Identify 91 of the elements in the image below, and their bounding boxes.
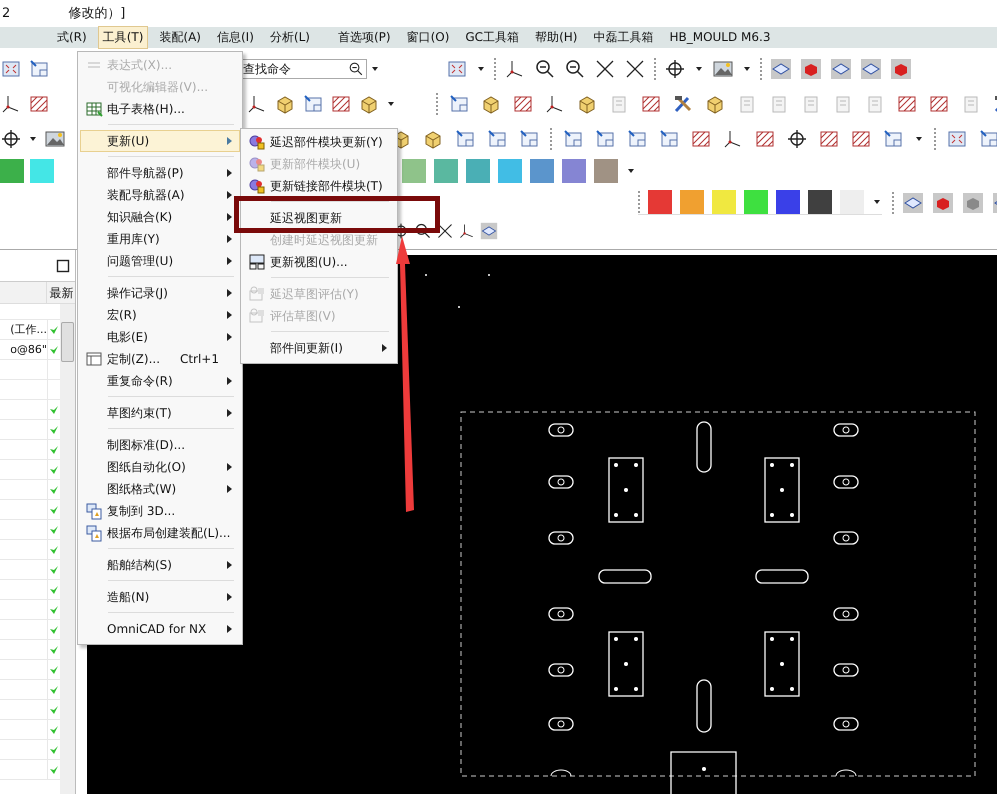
menu-item[interactable]: 重复命令(R) [80, 370, 240, 392]
color-swatch[interactable] [594, 158, 618, 183]
menu-item[interactable]: 更新链接部件模块(T) [243, 175, 395, 197]
color-swatch[interactable] [680, 190, 704, 214]
window-title: 2 [2, 6, 10, 21]
menu-bar-item[interactable]: 式(R) [52, 26, 92, 49]
point-mark [488, 274, 490, 276]
magnifier-icon[interactable] [564, 58, 586, 80]
view-icon [248, 253, 266, 271]
menu-bar-item[interactable]: 工具(T) [98, 26, 148, 49]
menu-item[interactable]: 定制(Z)... Ctrl+1 [80, 348, 240, 370]
menu-item[interactable]: 知识融合(K) [80, 206, 240, 228]
menu-bar-item[interactable]: 帮助(H) [530, 26, 582, 49]
crosshair-icon[interactable] [0, 128, 22, 150]
color-swatch[interactable] [648, 190, 672, 214]
menu-item[interactable]: 宏(R) [80, 304, 240, 326]
color-swatch[interactable] [776, 190, 800, 214]
menu-item[interactable]: 更新(U) [80, 130, 240, 152]
menu-item[interactable]: 问题管理(U) [80, 250, 240, 272]
scrollbar-thumb[interactable] [61, 322, 74, 362]
menu-bar-item[interactable]: 信息(I) [212, 26, 259, 49]
module-icon [248, 177, 266, 195]
menu-item[interactable]: 更新视图(U)... [243, 251, 395, 273]
color-swatch[interactable] [466, 158, 490, 183]
plane-icon[interactable] [830, 58, 852, 80]
menu-bar-item[interactable]: 窗口(O) [402, 26, 454, 49]
point-mark [458, 306, 460, 308]
menu-item[interactable]: 延迟视图更新 [243, 207, 395, 229]
solid-block-icon[interactable] [890, 58, 912, 80]
document-copy-icon [85, 502, 103, 520]
solid-block-icon[interactable] [800, 58, 822, 80]
menu-bar-item[interactable]: 首选项(P) [332, 26, 396, 49]
menu-item[interactable]: 部件导航器(P) [80, 162, 240, 184]
color-swatch[interactable] [434, 158, 458, 183]
color-swatch[interactable] [530, 158, 554, 183]
equals-icon [88, 62, 100, 68]
menu-item[interactable]: 图纸自动化(O) [80, 456, 240, 478]
color-swatch[interactable] [0, 158, 24, 183]
menu-bar-item[interactable]: 中磊工具箱 [588, 26, 658, 49]
menu-bar-item[interactable]: 装配(A) [154, 26, 206, 49]
document-copy-icon [85, 524, 103, 542]
module-icon [248, 155, 266, 173]
sketch-icon [248, 285, 266, 303]
menu-item[interactable]: 部件间更新(I) [243, 337, 395, 359]
window-icon [85, 350, 103, 368]
menu-bar-item[interactable]: 分析(L) [264, 26, 315, 49]
menu-item[interactable]: 装配导航器(A) [80, 184, 240, 206]
menu-item[interactable]: 造船(N) [80, 586, 240, 608]
menu-item[interactable]: 船舶结构(S) [80, 554, 240, 576]
magnifier-icon[interactable] [534, 58, 556, 80]
sketch-icon [248, 307, 266, 325]
maximize-icon[interactable] [56, 258, 70, 272]
crosshair-icon[interactable] [786, 128, 808, 150]
plane-icon[interactable] [860, 58, 882, 80]
menu-item[interactable]: 电影(E) [80, 326, 240, 348]
color-swatch[interactable] [30, 158, 54, 183]
cross-icon[interactable] [436, 222, 454, 240]
menu-item[interactable]: 操作记录(J) [80, 282, 240, 304]
menu-item[interactable]: 图纸格式(W) [80, 478, 240, 500]
module-icon [248, 133, 266, 151]
plane-icon[interactable] [902, 192, 924, 214]
spreadsheet-icon [85, 100, 103, 118]
menu-item[interactable]: 重用库(Y) [80, 228, 240, 250]
color-swatch[interactable] [744, 190, 768, 214]
menu-item[interactable]: 草图约束(T) [80, 402, 240, 424]
magnifier-icon[interactable] [414, 222, 432, 240]
plane-icon[interactable] [480, 222, 498, 240]
tree-node-label[interactable]: (工作... [0, 320, 48, 339]
color-swatch[interactable] [402, 158, 426, 183]
menu-item[interactable]: 复制到 3D... [80, 500, 240, 522]
color-swatch[interactable] [562, 158, 586, 183]
shortcut-label: Ctrl+1 [180, 352, 220, 366]
menu-item[interactable]: 制图标准(D)... [80, 434, 240, 456]
menu-item[interactable]: 延迟部件模块更新(Y) [243, 131, 395, 153]
shaded-block-icon[interactable] [962, 192, 984, 214]
menu-item[interactable]: 根据布局创建装配(L)... [80, 522, 240, 544]
color-swatch[interactable] [498, 158, 522, 183]
point-mark [425, 274, 427, 276]
menu-bar-item[interactable]: GC工具箱 [460, 26, 524, 49]
crosshair-icon[interactable] [664, 58, 686, 80]
scrollbar[interactable] [60, 304, 75, 794]
menu-item[interactable]: OmniCAD for NX [80, 618, 240, 640]
menu-item[interactable]: 电子表格(H)... [80, 98, 240, 120]
color-swatch[interactable] [840, 190, 864, 214]
tree-node-label[interactable]: o@86" [0, 340, 48, 359]
color-swatch[interactable] [808, 190, 832, 214]
color-swatch[interactable] [712, 190, 736, 214]
plane-icon[interactable] [770, 58, 792, 80]
menu-bar-item[interactable]: HB_MOULD M6.3 [664, 27, 776, 48]
window-title: 修改的）] [68, 5, 126, 22]
solid-block-icon[interactable] [932, 192, 954, 214]
